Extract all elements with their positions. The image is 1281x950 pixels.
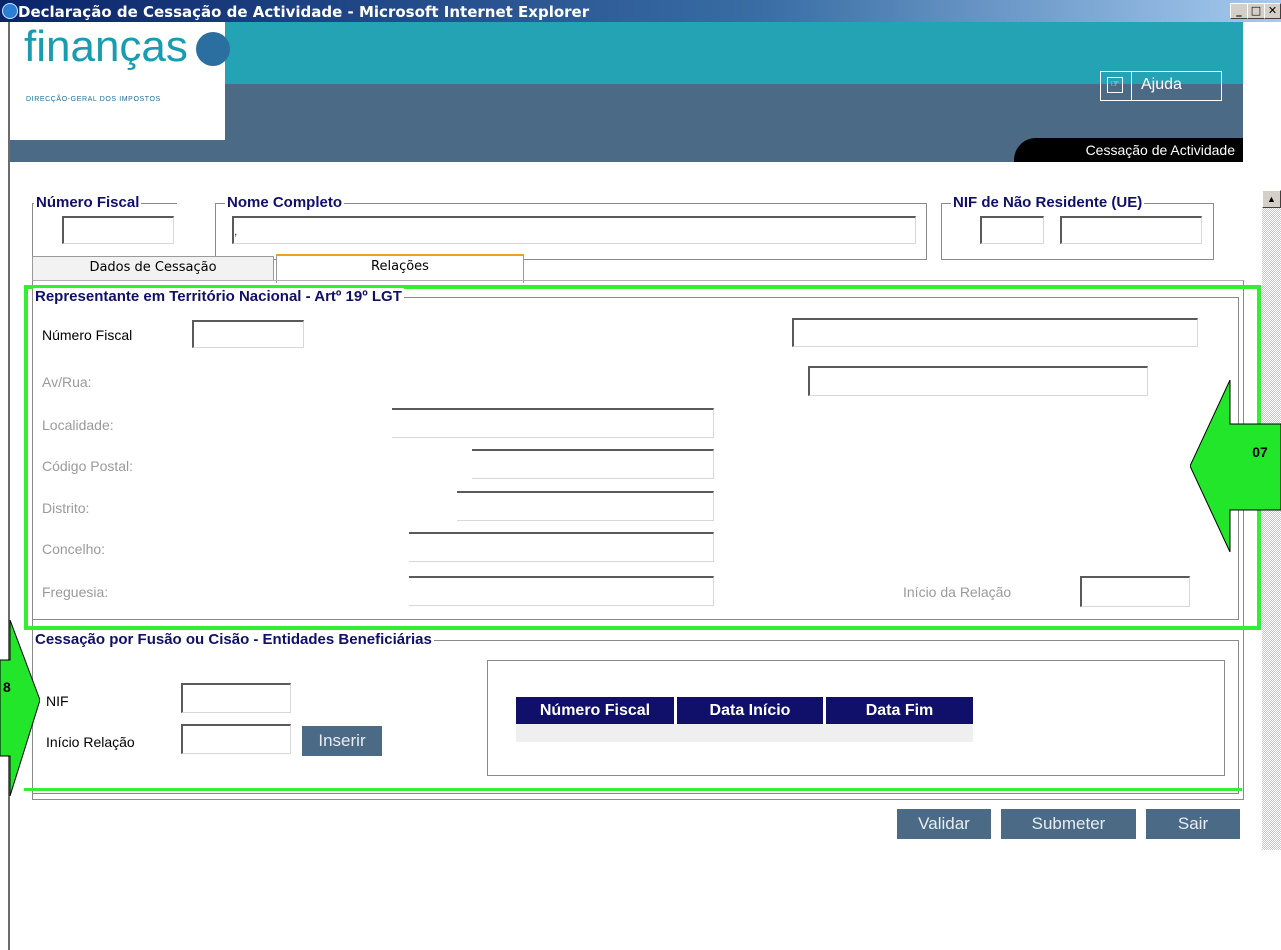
financas-logo: finanças (24, 22, 188, 71)
help-label: Ajuda (1141, 76, 1182, 93)
logo-subtitle: DIRECÇÃO-GERAL DOS IMPOSTOS (26, 96, 161, 103)
inicio-relacao-label: Início da Relação (903, 584, 1012, 600)
table-header-data-inicio: Data Início (677, 697, 823, 724)
pointer-hand-icon: ☞ (1107, 77, 1123, 93)
freguesia-label: Freguesia: (42, 584, 109, 600)
representante-nif-input[interactable] (192, 320, 304, 348)
numero-fiscal-input[interactable] (62, 216, 174, 244)
window-left-frame (0, 22, 10, 950)
window-title: Declaração de Cessação de Actividade - M… (18, 3, 590, 21)
inicio-relacao-input[interactable] (1080, 576, 1190, 607)
help-button[interactable]: ☞ Ajuda (1100, 71, 1222, 101)
maximize-button[interactable]: □ (1247, 3, 1265, 19)
distrito-input[interactable] (457, 491, 714, 521)
numero-fiscal-legend: Número Fiscal (34, 194, 142, 211)
annotation-arrow-08: 8 (0, 620, 40, 796)
representante-legend: Representante em Território Nacional - A… (33, 288, 404, 305)
tab-dados-cessacao[interactable]: Dados de Cessação (32, 256, 274, 281)
sair-button[interactable]: Sair (1146, 809, 1240, 839)
concelho-input[interactable] (409, 532, 714, 562)
fusao-nif-input[interactable] (181, 683, 291, 713)
tab-relacoes[interactable]: Relações (276, 254, 524, 283)
nif-number-input[interactable] (1060, 216, 1202, 244)
section-title: Cessação de Actividade (1014, 138, 1243, 162)
av-rua-label: Av/Rua: (42, 374, 92, 390)
representante-nome-input[interactable] (792, 318, 1198, 347)
codigo-postal-label: Código Postal: (42, 458, 134, 474)
inserir-button[interactable]: Inserir (302, 726, 382, 756)
submeter-button[interactable]: Submeter (1001, 809, 1136, 839)
freguesia-input[interactable] (409, 576, 714, 606)
close-button[interactable]: ✕ (1264, 3, 1281, 19)
sun-emblem-icon (196, 32, 230, 66)
minimize-button[interactable]: _ (1230, 3, 1248, 19)
highlight-line-fusao (24, 788, 1242, 793)
distrito-label: Distrito: (42, 500, 90, 516)
annotation-arrow-07: 07 (1190, 380, 1281, 552)
internet-explorer-icon (2, 3, 18, 19)
scroll-up-arrow-icon[interactable]: ▲ (1262, 190, 1281, 208)
av-rua-input[interactable] (808, 366, 1148, 396)
nif-label: NIF (46, 693, 69, 709)
annotation-label-07: 07 (1252, 444, 1268, 460)
nif-country-input[interactable] (980, 216, 1044, 244)
fusao-legend: Cessação por Fusão ou Cisão - Entidades … (33, 631, 434, 648)
localidade-input[interactable] (392, 408, 714, 438)
numero-fiscal-label: Número Fiscal (42, 327, 133, 343)
inicio-relacao-fusao-label: Início Relação (46, 734, 135, 750)
nif-nao-residente-legend: NIF de Não Residente (UE) (951, 194, 1145, 211)
nome-completo-legend: Nome Completo (225, 194, 345, 211)
validar-button[interactable]: Validar (897, 809, 991, 839)
annotation-label-08: 8 (3, 679, 11, 695)
window-title-bar: Declaração de Cessação de Actividade - M… (0, 0, 1281, 22)
concelho-label: Concelho: (42, 541, 106, 557)
codigo-postal-input[interactable] (472, 449, 714, 479)
table-header-numero-fiscal: Número Fiscal (516, 697, 674, 724)
table-header-data-fim: Data Fim (826, 697, 973, 724)
nome-completo-input[interactable]: , (232, 216, 916, 244)
localidade-label: Localidade: (42, 417, 114, 433)
fusao-inicio-relacao-input[interactable] (181, 724, 291, 754)
table-empty-row (516, 724, 973, 742)
